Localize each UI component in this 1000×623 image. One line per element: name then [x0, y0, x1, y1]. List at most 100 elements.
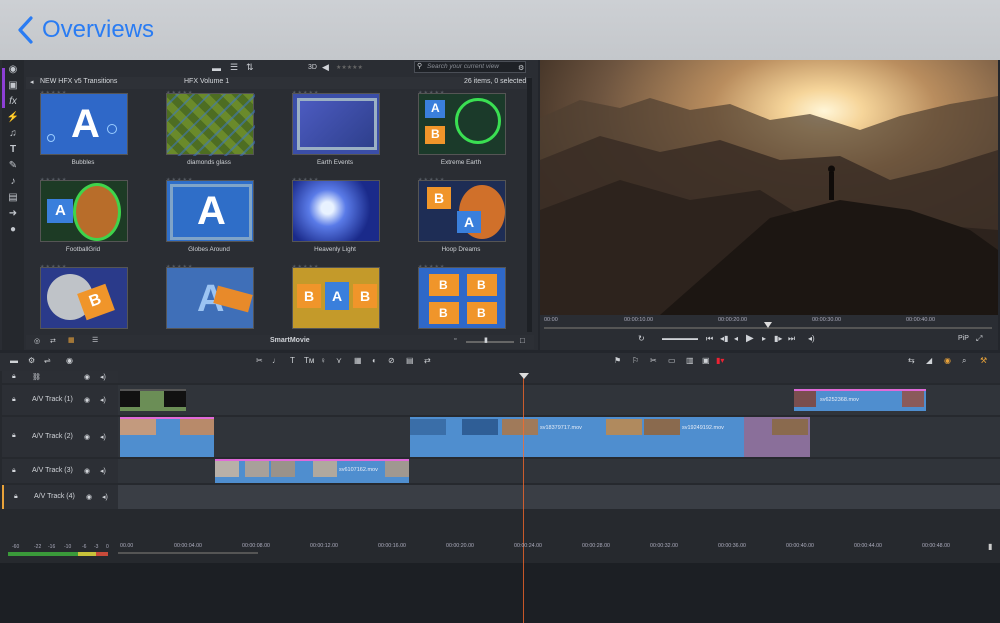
title-editor-icon[interactable]: T — [290, 356, 295, 365]
list-item[interactable]: ★★★★★ B A B — [282, 264, 380, 344]
import-icon[interactable]: ⇄ — [50, 337, 56, 345]
speaker-icon[interactable]: ◂) — [100, 433, 106, 441]
thumbnail-tile-grid[interactable]: B B B B — [418, 267, 506, 329]
scissors-icon[interactable]: ✂ — [256, 356, 263, 365]
grid-icon[interactable]: ▦ — [354, 356, 362, 365]
thumbnail-bubbles[interactable]: A — [40, 93, 128, 155]
music-icon[interactable]: ♫ — [9, 127, 17, 140]
record-voice-icon[interactable]: ◉ — [66, 356, 73, 365]
lock-icon[interactable]: 🔒︎ — [14, 493, 18, 501]
motion-icon[interactable]: ⋎ — [336, 356, 342, 365]
thumbnail-tilted-tiles[interactable]: A — [166, 267, 254, 329]
pip-button[interactable]: PiP — [958, 335, 969, 342]
list-item[interactable]: ★★★★★ A Bubbles — [30, 90, 128, 170]
eye-icon[interactable]: ◉ — [86, 493, 92, 501]
text-size-icon[interactable]: Tᴍ — [304, 356, 314, 365]
link-icon[interactable]: ⊘ — [388, 356, 395, 365]
menu-icon[interactable]: ▤ — [8, 191, 17, 204]
timeline-ruler[interactable]: 00.00 00:00:04.00 00:00:08.00 00:00:12.0… — [118, 540, 988, 560]
delete-icon[interactable]: ▥ — [686, 356, 694, 365]
thumbnail-globes-around[interactable]: A — [166, 180, 254, 242]
jog-shuttle-icon[interactable]: ▬▬▬▬▬▬ — [662, 336, 698, 342]
sort-icon[interactable]: ⇅ — [246, 62, 254, 73]
list-toggle-icon[interactable]: ☰ — [92, 336, 98, 344]
zoom-out-icon[interactable]: ▫ — [454, 336, 456, 343]
loop-icon[interactable]: ↻ — [638, 334, 645, 343]
rating-filter-stars-icon[interactable]: ★★★★★ — [336, 64, 363, 71]
track-header-4[interactable]: 🔒︎ A/V Track (4) ◉ ◂) — [2, 485, 118, 509]
color-icon[interactable]: ◐ — [372, 356, 377, 365]
chain-icon[interactable]: ⛓︎ — [32, 373, 41, 381]
thumbnail-size-slider[interactable] — [466, 341, 514, 343]
fullscreen-icon[interactable]: ⤢ — [976, 334, 982, 344]
skip-start-icon[interactable]: ⏮ — [706, 334, 713, 344]
lock-icon[interactable]: 🔒︎ — [12, 396, 16, 404]
list-view-icon[interactable]: ☰ — [230, 62, 238, 73]
cut-icon[interactable]: ✂ — [650, 356, 657, 365]
clip[interactable] — [120, 389, 186, 411]
track-header-3[interactable]: 🔒︎ A/V Track (3) ◉ ◂) — [2, 459, 118, 483]
audio-icon[interactable]: ♪ — [11, 175, 16, 188]
settings-icon[interactable]: ⚙ — [28, 356, 35, 365]
speaker-icon[interactable]: ◂) — [100, 396, 106, 404]
eye-icon[interactable]: ◉ — [84, 467, 90, 475]
step-forward-icon[interactable]: ▮▸ — [774, 334, 782, 343]
audio-mixer-icon[interactable]: ◢ — [926, 356, 932, 365]
lock-icon[interactable]: 🔒︎ — [12, 432, 16, 440]
marker-add-icon[interactable]: ⚐ — [632, 356, 639, 365]
thumbnail-film-strip[interactable]: B A B — [292, 267, 380, 329]
thumbnail-heavenly-light[interactable] — [292, 180, 380, 242]
scroll-handle-icon[interactable]: ▮ — [988, 542, 992, 551]
frame-back-icon[interactable]: ◂ — [734, 334, 738, 343]
thumbnail-hoop-dreams[interactable]: B A — [418, 180, 506, 242]
gear-icon[interactable]: ⚙ — [518, 64, 524, 72]
snapshot-icon[interactable]: ▣ — [702, 356, 710, 365]
clip[interactable] — [744, 417, 810, 457]
subtitle-icon[interactable]: ▤ — [406, 356, 414, 365]
thumbnail-footballgrid[interactable]: A — [40, 180, 128, 242]
track-lane-2[interactable]: sv18379717.mov sv19249192.mov — [118, 417, 1000, 457]
frame-forward-icon[interactable]: ▸ — [762, 334, 766, 343]
slider-handle-icon[interactable]: ▮ — [484, 336, 488, 344]
timeline-scrollbar[interactable] — [118, 552, 258, 554]
disc-icon[interactable]: ◎ — [34, 337, 40, 345]
list-item[interactable]: ★★★★★ Heavenly Light — [282, 177, 380, 257]
lock-icon[interactable]: 🔒︎ — [12, 373, 16, 381]
list-item[interactable]: ★★★★★ B A Hoop Dreams — [408, 177, 506, 257]
color-marker-icon[interactable]: ▮▾ — [716, 356, 724, 365]
ripple-icon[interactable]: ⇆ — [908, 356, 915, 365]
track-options-icon[interactable]: ⇌ — [44, 356, 51, 365]
thumbnail-extreme-earth[interactable]: A B — [418, 93, 506, 155]
zoom-icon[interactable]: ⌕ — [962, 356, 966, 366]
fx-icon[interactable]: fx — [9, 95, 17, 108]
list-item[interactable]: ★★★★★ B B B B — [408, 264, 506, 344]
list-item[interactable]: ★★★★★ A FootballGrid — [30, 177, 128, 257]
film-icon[interactable]: ▭ — [668, 356, 676, 365]
clip[interactable]: sv6107162.mov — [215, 459, 409, 483]
storyboard-icon[interactable]: ▬ — [10, 356, 18, 365]
track-header-2[interactable]: 🔒︎ A/V Track (2) ◉ ◂) — [2, 417, 118, 457]
globe-icon[interactable]: ◉ — [9, 63, 18, 76]
media-icon[interactable]: ▣ — [8, 79, 17, 92]
list-item[interactable]: ★★★★★ B — [30, 264, 128, 344]
marker-icon[interactable]: ⚑ — [614, 356, 621, 365]
mic-icon[interactable]: ♀ — [320, 356, 326, 365]
transition-icon[interactable]: ⚡ — [7, 111, 19, 124]
split-icon[interactable]: ⇄ — [424, 356, 431, 365]
playhead[interactable] — [523, 376, 524, 623]
track-lane-4[interactable] — [118, 485, 1000, 509]
folder-icon[interactable]: ▬ — [212, 63, 221, 73]
folder-name[interactable]: NEW HFX v5 Transitions — [40, 78, 117, 85]
library-search-input[interactable]: Search your current view — [414, 61, 526, 73]
eye-icon[interactable]: ◉ — [84, 396, 90, 404]
clip[interactable]: sv6252368.mov — [794, 389, 926, 411]
track-lane-3[interactable]: sv6107162.mov — [118, 459, 1000, 483]
step-back-icon[interactable]: ◂▮ — [720, 334, 728, 343]
folder-arrow-icon[interactable]: ◂ — [30, 78, 34, 86]
playhead-handle-icon[interactable] — [519, 373, 529, 379]
tag-icon[interactable]: ◀ — [322, 62, 329, 73]
list-item[interactable]: ★★★★★ A Globes Around — [156, 177, 254, 257]
magnet-icon[interactable]: ◉ — [944, 356, 951, 365]
list-item[interactable]: ★★★★★ A — [156, 264, 254, 344]
tools-icon[interactable]: ⚒ — [980, 356, 987, 365]
